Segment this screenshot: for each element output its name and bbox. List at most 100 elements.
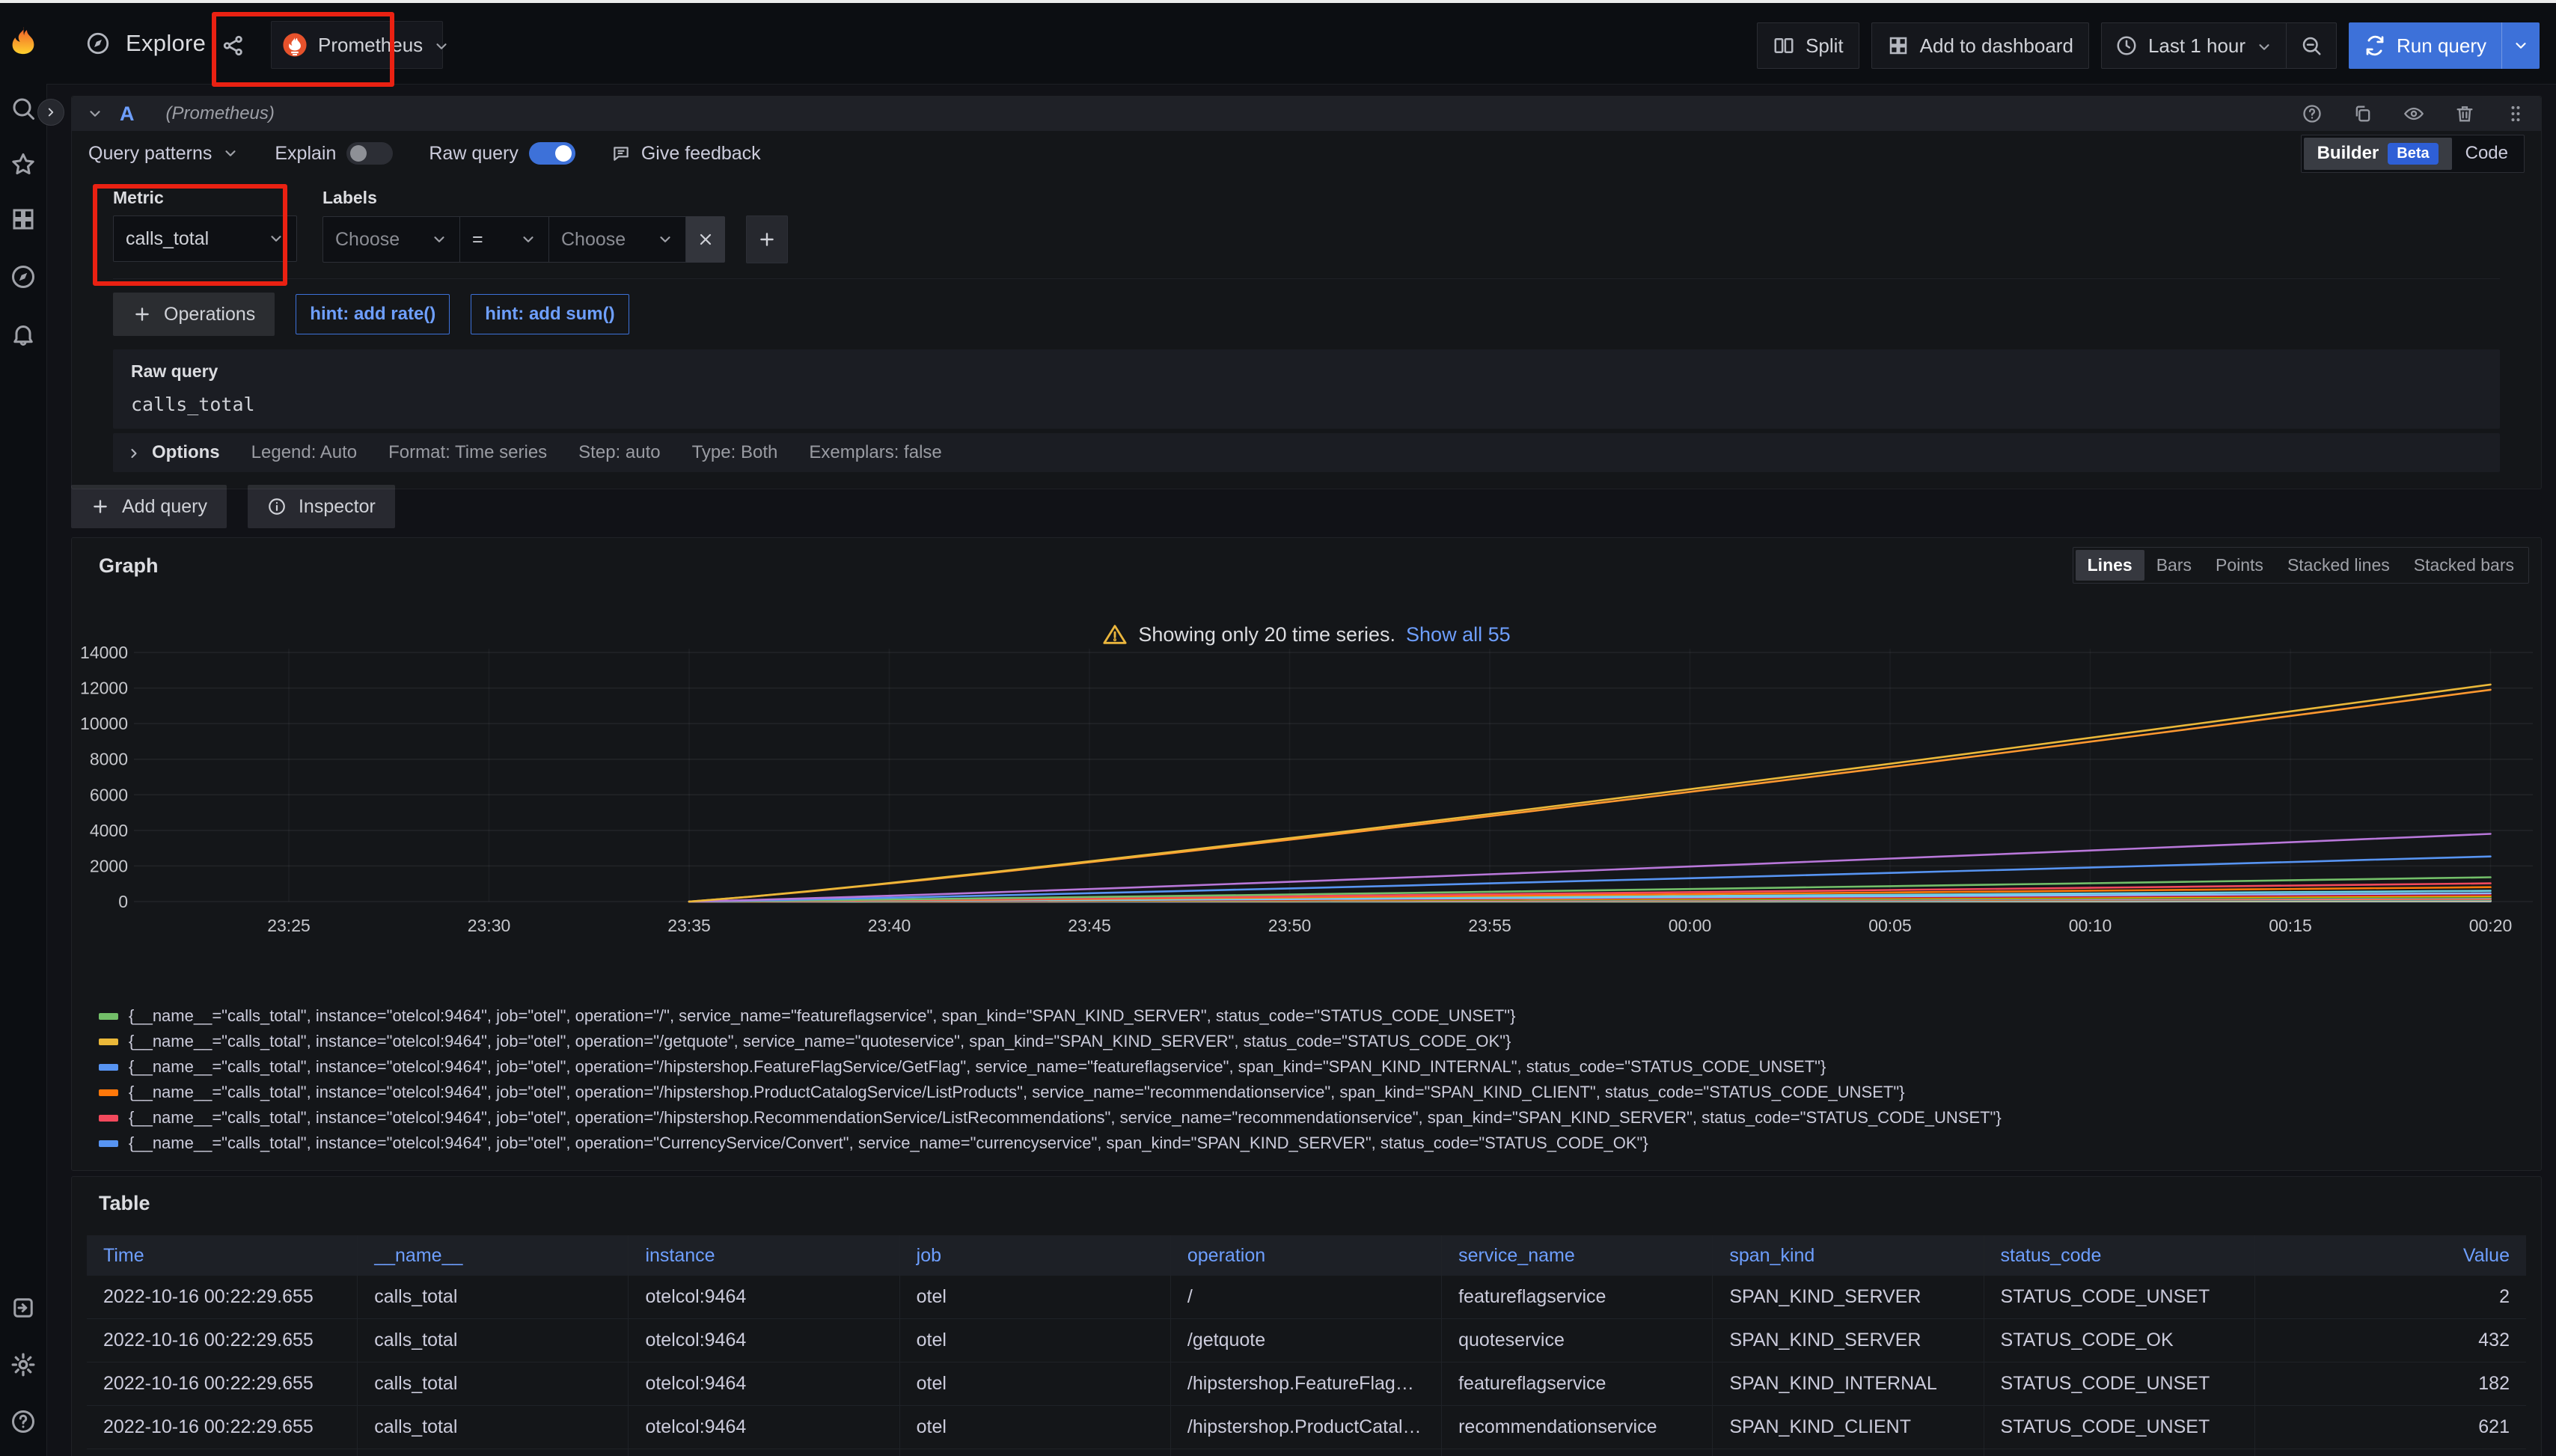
query-options-row[interactable]: Options Legend: AutoFormat: Time seriesS… (113, 433, 2500, 472)
svg-text:00:20: 00:20 (2469, 916, 2513, 935)
raw-query-toggle-label: Raw query (429, 143, 519, 165)
table-column-header-instance[interactable]: instance (629, 1235, 899, 1276)
run-query-dropdown[interactable] (2501, 22, 2540, 69)
nav-sidebar (0, 3, 47, 1456)
collapse-chevron-icon[interactable] (87, 105, 103, 122)
share-icon[interactable] (221, 33, 242, 54)
chevron-down-icon (268, 230, 284, 247)
gear-icon[interactable] (10, 1351, 37, 1378)
table-cell: /hipstershop.ProductCatalogS… (1171, 1406, 1442, 1449)
run-query-button[interactable]: Run query (2349, 22, 2540, 69)
legend-item[interactable]: {__name__="calls_total", instance="otelc… (99, 1131, 2526, 1156)
table-column-header--name-[interactable]: __name__ (358, 1235, 629, 1276)
time-series-chart[interactable]: 0200040006000800010000120001400023:2523:… (73, 641, 2539, 1002)
graph-mode-stacked-bars[interactable]: Stacked bars (2402, 550, 2526, 581)
legend-item[interactable]: {__name__="calls_total", instance="otelc… (99, 1003, 2526, 1029)
table-column-header-value[interactable]: Value (2255, 1235, 2526, 1276)
raw-query-value: calls_total (131, 394, 2482, 415)
apps-grid-icon (1887, 34, 1910, 57)
explore-compass-icon[interactable] (10, 263, 37, 290)
split-icon (1773, 34, 1795, 57)
table-column-header-span-kind[interactable]: span_kind (1713, 1235, 1984, 1276)
table-column-header-status-code[interactable]: status_code (1984, 1235, 2255, 1276)
inspector-button[interactable]: Inspector (248, 485, 395, 528)
chevron-down-icon (2513, 37, 2529, 54)
alerting-bell-icon[interactable] (10, 321, 37, 348)
svg-text:12000: 12000 (80, 679, 128, 698)
drag-handle-icon[interactable] (2505, 103, 2526, 124)
table-cell: 2022-10-16 00:22:29.655 (87, 1276, 358, 1318)
svg-text:00:05: 00:05 (1868, 916, 1912, 935)
expand-pane-button[interactable] (37, 99, 64, 126)
time-range-label: Last 1 hour (2148, 34, 2245, 58)
give-feedback-link[interactable]: Give feedback (611, 143, 761, 165)
search-icon[interactable] (10, 95, 37, 122)
metric-select[interactable]: calls_total (113, 215, 297, 262)
explain-label: Explain (275, 143, 336, 165)
graph-mode-lines[interactable]: Lines (2076, 550, 2144, 581)
inspector-label: Inspector (299, 496, 376, 518)
label-name-select[interactable]: Choose (322, 216, 460, 263)
query-help-icon[interactable] (2302, 103, 2323, 124)
remove-label-filter-button[interactable] (686, 216, 725, 263)
disable-query-eye-icon[interactable] (2403, 103, 2424, 124)
star-icon[interactable] (10, 151, 37, 178)
raw-query-preview: Raw query calls_total (113, 349, 2500, 429)
table-column-header-job[interactable]: job (900, 1235, 1171, 1276)
svg-text:10000: 10000 (80, 714, 128, 733)
legend-item[interactable]: {__name__="calls_total", instance="otelc… (99, 1105, 2526, 1131)
label-value-select[interactable]: Choose (548, 216, 686, 263)
graph-mode-bars[interactable]: Bars (2144, 550, 2204, 581)
info-circle-icon (267, 497, 287, 516)
raw-query-toggle[interactable] (529, 142, 575, 165)
add-operation-button[interactable]: Operations (113, 293, 275, 336)
explain-toggle[interactable] (346, 142, 393, 165)
svg-text:0: 0 (118, 892, 128, 911)
label-name-placeholder: Choose (335, 229, 400, 251)
legend-item[interactable]: {__name__="calls_total", instance="otelc… (99, 1054, 2526, 1080)
builder-mode-button[interactable]: Builder Beta (2304, 138, 2452, 170)
zoom-out-icon (2300, 34, 2323, 57)
label-operator-select[interactable]: = (459, 216, 549, 263)
dashboards-icon[interactable] (10, 206, 37, 233)
split-button[interactable]: Split (1757, 22, 1859, 69)
sign-in-icon[interactable] (10, 1294, 37, 1321)
table-row: 2022-10-16 00:22:29.655calls_totalotelco… (87, 1406, 2526, 1449)
legend-label: {__name__="calls_total", instance="otelc… (129, 1108, 2002, 1128)
hint-add-rate-button[interactable]: hint: add rate() (296, 294, 450, 334)
sync-icon (2364, 34, 2386, 57)
legend-item[interactable]: {__name__="calls_total", instance="otelc… (99, 1029, 2526, 1054)
duplicate-query-icon[interactable] (2352, 103, 2373, 124)
comment-icon (611, 144, 631, 163)
add-query-button[interactable]: Add query (71, 485, 227, 528)
code-label: Code (2465, 143, 2508, 164)
datasource-picker[interactable]: Prometheus (271, 21, 443, 69)
svg-text:00:10: 00:10 (2069, 916, 2112, 935)
table-cell: SPAN_KIND_SERVER (1713, 1319, 1984, 1362)
run-query-label: Run query (2397, 34, 2486, 58)
split-label: Split (1806, 34, 1844, 58)
time-range-button[interactable]: Last 1 hour (2102, 23, 2286, 68)
add-to-dashboard-button[interactable]: Add to dashboard (1871, 22, 2089, 69)
help-icon[interactable] (10, 1408, 37, 1435)
add-label-filter-button[interactable] (746, 215, 788, 263)
metric-field: Metric calls_total (113, 188, 297, 263)
legend-item[interactable]: {__name__="calls_total", instance="otelc… (99, 1080, 2526, 1105)
grafana-logo-icon[interactable] (8, 25, 38, 55)
table-column-header-time[interactable]: Time (87, 1235, 358, 1276)
code-mode-button[interactable]: Code (2452, 138, 2522, 169)
zoom-out-time-button[interactable] (2286, 23, 2336, 68)
delete-query-trash-icon[interactable] (2454, 103, 2475, 124)
graph-mode-points[interactable]: Points (2204, 550, 2275, 581)
svg-text:00:15: 00:15 (2269, 916, 2312, 935)
hint-add-sum-button[interactable]: hint: add sum() (471, 294, 629, 334)
graph-mode-stacked-lines[interactable]: Stacked lines (2275, 550, 2402, 581)
query-datasource-hint: (Prometheus) (166, 103, 275, 124)
legend-item[interactable]: {__name__="calls_total", instance="otelc… (99, 1156, 2526, 1162)
table-cell: otelcol:9464 (629, 1449, 899, 1456)
table-column-header-service-name[interactable]: service_name (1442, 1235, 1713, 1276)
table-column-header-operation[interactable]: operation (1171, 1235, 1442, 1276)
query-row-header[interactable]: A (Prometheus) (72, 97, 2541, 131)
query-patterns-dropdown[interactable]: Query patterns (88, 143, 239, 165)
table-cell: 2022-10-16 00:22:29.655 (87, 1406, 358, 1449)
